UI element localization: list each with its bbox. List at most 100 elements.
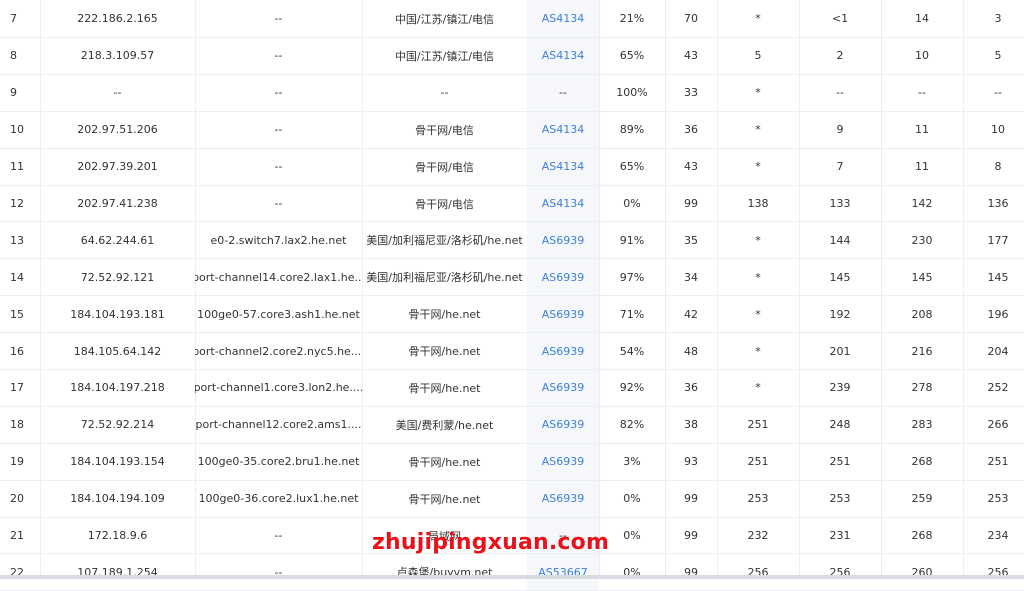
avg-latency-cell: 239 (829, 381, 851, 395)
table-row: 11 202.97.39.201 -- 骨干网/电信 AS4134 65% 43 * 7 11 8 (0, 148, 1024, 186)
as-number-cell[interactable]: AS4134 (527, 185, 599, 222)
location-cell: 骨干网/电信 (415, 160, 474, 174)
hostname-cell: -- (274, 197, 283, 210)
last-latency-cell: 232 (747, 529, 769, 543)
as-number-cell[interactable]: AS6939 (527, 480, 599, 517)
table-row: 20 184.104.194.109 100ge0-36.core2.lux1.he… (0, 480, 1024, 518)
ip-address-cell: 72.52.92.121 (80, 270, 155, 284)
best-latency-cell: 142 (911, 197, 933, 210)
packet-loss-cell: 0% (623, 565, 641, 579)
table-row: 18 72.52.92.214 port-channel12.core2.ams1.… (0, 406, 1024, 444)
sent-count-cell: 43 (684, 160, 698, 174)
location-cell: 骨干网/he.net (408, 381, 481, 395)
hostname-cell: -- (274, 12, 283, 25)
table-row: 7 222.186.2.165 -- 中国/江苏/镇江/电信 AS4134 21% 70 * <… (0, 0, 1024, 38)
as-number-cell: -- (527, 74, 599, 111)
as-number-cell[interactable]: AS4134 (527, 0, 599, 37)
avg-latency-cell: 231 (829, 529, 851, 543)
table-row: 16 184.105.64.142 port-channel2.core2.nyc5… (0, 333, 1024, 371)
sent-count-cell: 99 (684, 565, 698, 579)
avg-latency-cell: 133 (829, 197, 851, 210)
packet-loss-cell: 91% (619, 233, 645, 247)
packet-loss-cell: 100% (616, 86, 648, 100)
last-latency-cell: 251 (747, 418, 769, 432)
worst-latency-cell: 8 (994, 160, 1002, 174)
best-latency-cell: 10 (915, 49, 929, 63)
as-number-cell[interactable]: AS4134 (527, 38, 599, 74)
worst-latency-cell: 204 (987, 344, 1009, 358)
hostname-cell: -- (274, 49, 283, 63)
ip-address-cell: 202.97.39.201 (77, 160, 158, 174)
packet-loss-cell: 92% (619, 381, 645, 395)
as-number-cell[interactable]: AS6939 (527, 259, 599, 296)
as-number-cell[interactable]: AS6939 (527, 222, 599, 259)
location-cell: 骨干网/he.net (408, 492, 481, 506)
worst-latency-cell: 234 (987, 529, 1009, 543)
avg-latency-cell: <1 (831, 12, 849, 25)
as-number-cell[interactable]: AS6939 (527, 406, 599, 443)
worst-latency-cell: 145 (987, 270, 1009, 284)
worst-latency-cell: 10 (991, 123, 1005, 137)
as-number-cell[interactable]: AS6939 (527, 333, 599, 370)
last-latency-cell: 256 (747, 565, 769, 579)
ip-address-cell: 184.104.193.154 (70, 455, 165, 469)
sent-count-cell: 36 (684, 123, 698, 137)
as-number-cell[interactable]: AS6939 (527, 443, 599, 480)
hostname-cell: -- (274, 565, 283, 579)
last-latency-cell: * (755, 270, 761, 284)
last-latency-cell: * (755, 86, 761, 100)
as-number-cell[interactable]: AS4134 (527, 148, 599, 185)
table-body: 7 222.186.2.165 -- 中国/江苏/镇江/电信 AS4134 21% 70 * <… (0, 0, 1024, 591)
hostname-cell: e0-2.switch7.lax2.he.net (210, 233, 347, 247)
best-latency-cell: 268 (911, 455, 933, 469)
sent-count-cell: 33 (684, 86, 698, 100)
ip-address-cell: 202.97.51.206 (77, 123, 158, 137)
table-row: 15 184.104.193.181 100ge0-57.core3.ash1.he… (0, 296, 1024, 334)
ip-address-cell: 202.97.41.238 (77, 197, 158, 210)
as-number-cell[interactable]: AS6939 (527, 370, 599, 406)
ip-address-cell: 172.18.9.6 (87, 529, 148, 543)
avg-latency-cell: -- (836, 86, 844, 100)
packet-loss-cell: 0% (623, 197, 641, 210)
hostname-cell: -- (274, 160, 283, 174)
worst-latency-cell: 3 (994, 12, 1002, 25)
location-cell: 美国/费利蒙/he.net (395, 418, 494, 432)
avg-latency-cell: 248 (829, 418, 851, 432)
worst-latency-cell: 253 (987, 492, 1009, 506)
location-cell: 美国/加利福尼亚/洛杉矶/he.net (366, 234, 523, 248)
hostname-cell: 100ge0-36.core2.lux1.he.net (198, 492, 359, 506)
worst-latency-cell: 5 (994, 49, 1002, 63)
last-latency-cell: 138 (747, 197, 769, 210)
sent-count-cell: 43 (684, 49, 698, 63)
sent-count-cell: 48 (684, 344, 698, 358)
table-row: 14 72.52.92.121 port-channel14.core2.lax1.… (0, 259, 1024, 297)
sent-count-cell: 34 (684, 270, 698, 284)
location-cell: 美国/加利福尼亚/洛杉矶/he.net (366, 271, 523, 285)
as-number-cell[interactable]: AS6939 (527, 296, 599, 333)
as-number-cell[interactable]: AS4134 (527, 111, 599, 148)
table-row: 12 202.97.41.238 -- 骨干网/电信 AS4134 0% 99 138 133 1… (0, 185, 1024, 223)
table-row: 9 -- -- -- -- 100% 33 * -- -- -- (0, 74, 1024, 112)
sent-count-cell: 99 (684, 492, 698, 506)
packet-loss-cell: 54% (619, 344, 645, 358)
ip-address-cell: 184.104.194.109 (70, 492, 165, 506)
best-latency-cell: 145 (911, 270, 933, 284)
last-latency-cell: * (755, 233, 761, 247)
hostname-cell: port-channel14.core2.lax1.he... (195, 270, 362, 284)
best-latency-cell: 11 (915, 123, 929, 137)
horizontal-scrollbar[interactable] (0, 575, 1024, 579)
location-cell: 中国/江苏/镇江/电信 (394, 49, 495, 63)
best-latency-cell: 208 (911, 307, 933, 321)
packet-loss-cell: 65% (619, 160, 645, 174)
ip-address-cell: 184.105.64.142 (73, 344, 162, 358)
sent-count-cell: 35 (684, 233, 698, 247)
ip-address-cell: 218.3.109.57 (80, 49, 155, 63)
worst-latency-cell: 266 (987, 418, 1009, 432)
table-row: 22 107.189.1.254 -- 卢森堡/buyvm.net AS53667 0% 9… (0, 554, 1024, 591)
avg-latency-cell: 7 (836, 160, 844, 174)
traceroute-table: 7 222.186.2.165 -- 中国/江苏/镇江/电信 AS4134 21% 70 * <… (0, 0, 1024, 591)
sent-count-cell: 99 (684, 529, 698, 543)
as-number-cell[interactable]: AS53667 (527, 554, 599, 591)
packet-loss-cell: 65% (619, 49, 645, 63)
worst-latency-cell: 177 (987, 233, 1009, 247)
